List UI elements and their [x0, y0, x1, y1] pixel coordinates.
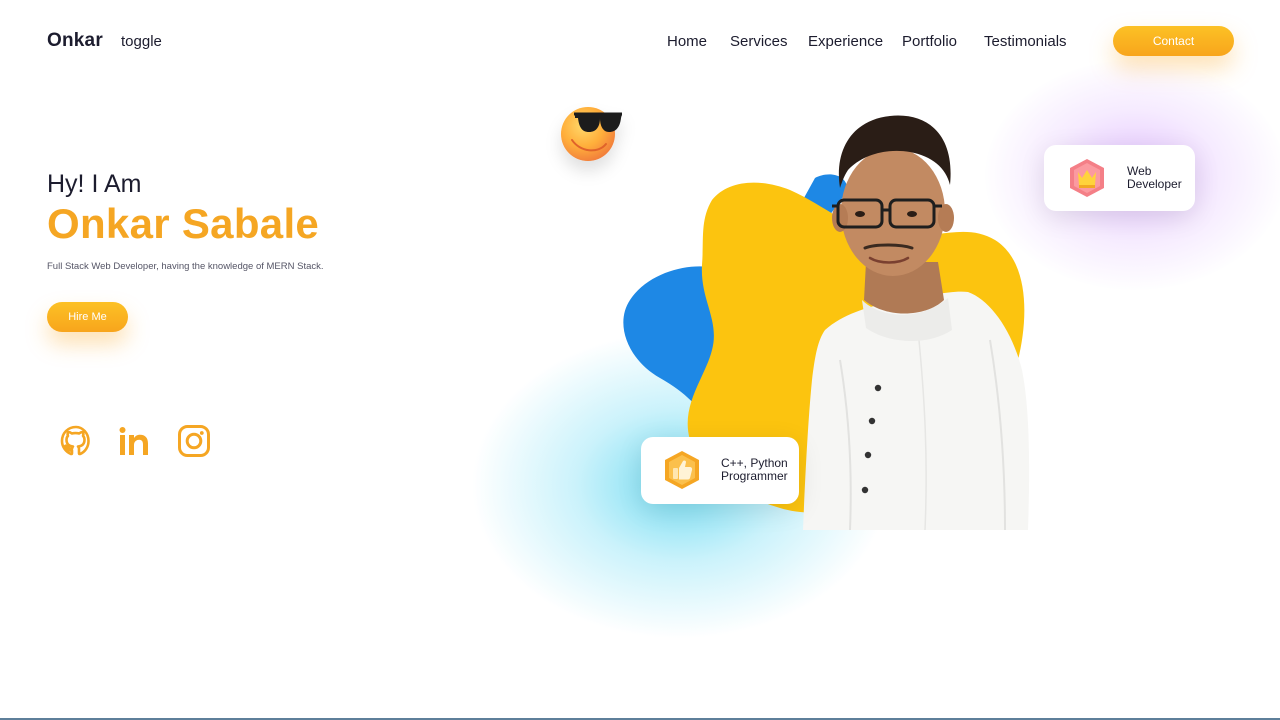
thumbs-up-icon — [663, 450, 701, 490]
hero-illustration — [561, 107, 1030, 531]
sunglasses-emoji-icon — [561, 107, 622, 161]
programmer-card: C++, Python Programmer — [641, 437, 799, 504]
web-developer-card: Web Developer — [1044, 145, 1195, 211]
programmer-card-line2: Programmer — [721, 469, 788, 483]
web-card-line2: Developer — [1127, 177, 1182, 191]
crown-icon — [1068, 158, 1106, 198]
